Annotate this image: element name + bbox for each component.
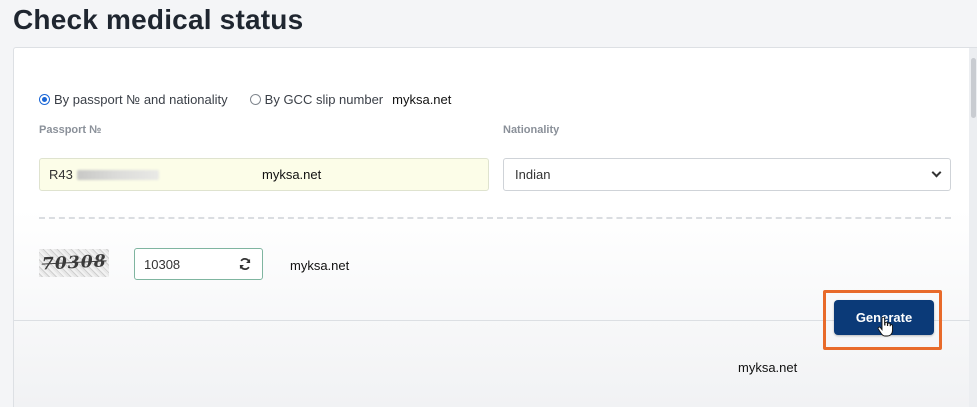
scrollbar[interactable] xyxy=(969,48,977,407)
search-mode-group: By passport № and nationality By GCC sli… xyxy=(39,92,451,107)
captcha-image-text: 70308 xyxy=(40,251,108,275)
captcha-image: 70308 xyxy=(39,249,109,277)
passport-input[interactable]: R43 myksa.net xyxy=(39,158,489,191)
radio-passport-nationality[interactable]: By passport № and nationality xyxy=(39,92,228,107)
watermark-text: myksa.net xyxy=(262,167,322,182)
radio-checked-icon[interactable] xyxy=(39,94,50,105)
captcha-input[interactable]: 10308 xyxy=(134,248,263,280)
radio-label: By GCC slip number xyxy=(264,92,384,107)
chevron-down-icon xyxy=(931,167,942,178)
captcha-value: 10308 xyxy=(144,256,181,272)
nationality-select[interactable]: Indian xyxy=(503,158,951,191)
section-divider xyxy=(39,217,951,219)
redacted-passport-digits xyxy=(76,169,159,180)
passport-label: Passport № xyxy=(39,124,102,136)
page-title: Check medical status xyxy=(13,4,304,35)
scrollbar-thumb[interactable] xyxy=(971,58,976,118)
nationality-label: Nationality xyxy=(503,124,560,136)
medical-status-form: By passport № and nationality By GCC sli… xyxy=(13,47,977,407)
radio-gcc-slip[interactable]: By GCC slip number xyxy=(249,92,384,107)
watermark-text: myksa.net xyxy=(738,360,798,375)
passport-value: R43 xyxy=(49,167,73,182)
radio-label: By passport № and nationality xyxy=(54,92,228,107)
watermark-text: myksa.net xyxy=(290,258,350,273)
watermark-text: myksa.net xyxy=(392,92,452,107)
refresh-icon[interactable] xyxy=(238,257,252,271)
nationality-value: Indian xyxy=(515,167,551,182)
radio-unchecked-icon[interactable] xyxy=(249,94,261,105)
hand-cursor-icon xyxy=(877,317,893,337)
